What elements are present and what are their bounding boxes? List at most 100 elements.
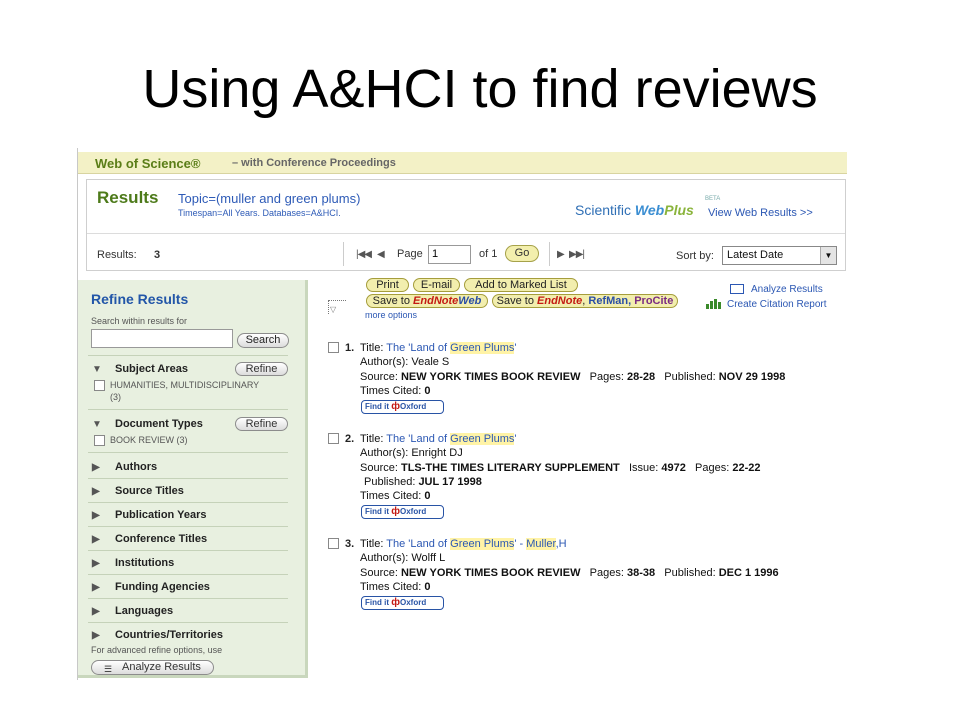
first-page-icon[interactable]: |◀◀	[356, 249, 372, 260]
doctype-facet-label: BOOK REVIEW (3)	[110, 435, 188, 445]
wos-subtitle: – with Conference Proceedings	[232, 157, 396, 169]
refine-section-languages[interactable]: ▶ Languages	[92, 605, 173, 617]
search-button[interactable]: Search	[237, 333, 289, 348]
refine-subject-button[interactable]: Refine	[235, 362, 288, 376]
arrow-down-icon: ▽	[330, 305, 337, 314]
prev-page-icon[interactable]: ◀	[377, 249, 385, 260]
divider	[88, 574, 288, 575]
divider	[88, 622, 288, 623]
analyze-results-icon[interactable]	[730, 284, 744, 294]
wos-banner: Web of Science® – with Conference Procee…	[78, 152, 847, 174]
record-number: 2.	[345, 433, 355, 445]
section-label: Conference Titles	[115, 533, 208, 545]
divider	[88, 598, 288, 599]
save-to-endnote-refman-procite-button[interactable]: Save to EndNote, RefMan, ProCite	[492, 294, 678, 308]
results-count: 3	[154, 249, 161, 261]
refine-section-authors[interactable]: ▶ Authors	[92, 461, 157, 473]
print-button[interactable]: Print	[366, 278, 409, 292]
divider	[88, 355, 288, 356]
divider	[87, 233, 845, 234]
results-count-label: Results:	[97, 249, 137, 261]
subject-facet-label: HUMANITIES, MULTIDISCIPLINARY	[110, 380, 260, 390]
triangle-down-icon: ▼	[92, 364, 102, 375]
record-checkbox[interactable]	[328, 433, 339, 444]
create-citation-report-link[interactable]: Create Citation Report	[727, 299, 827, 310]
webplus-beta: BETA	[705, 196, 721, 202]
record-source-line: Source: TLS-THE TIMES LITERARY SUPPLEMEN…	[360, 462, 761, 474]
record-title-link[interactable]: The 'Land of Green Plums'	[386, 342, 516, 354]
record-number: 3.	[345, 538, 355, 550]
document-types-toggle[interactable]: ▼ Document Types	[92, 418, 203, 430]
find-it-oxford-button[interactable]: Find it фOxford	[361, 400, 444, 414]
record-published: Published: JUL 17 1998	[364, 476, 482, 488]
refine-doctype-button[interactable]: Refine	[235, 417, 288, 431]
webplus-web: Web	[634, 202, 665, 218]
divider	[88, 409, 288, 410]
web-logo: Web	[458, 295, 482, 307]
divider	[88, 478, 288, 479]
page-label: Page	[397, 248, 423, 260]
wos-brand[interactable]: Web of Science®	[95, 156, 200, 171]
endnote-logo: EndNote	[537, 295, 583, 307]
find-it-oxford-button[interactable]: Find it фOxford	[361, 596, 444, 610]
list-icon: ☰	[104, 664, 113, 674]
triangle-right-icon: ▶	[92, 630, 100, 641]
record-number: 1.	[345, 342, 355, 354]
refine-section-funding-agencies[interactable]: ▶ Funding Agencies	[92, 581, 210, 593]
refman-logo: RefMan,	[588, 295, 632, 307]
chevron-down-icon[interactable]: ▼	[820, 247, 836, 264]
find-it-oxford-button[interactable]: Find it фOxford	[361, 505, 444, 519]
title-label: Title:	[360, 433, 384, 445]
endnote-logo: EndNote	[413, 295, 459, 307]
save-to-endnote-web-button[interactable]: Save to EndNoteWeb	[366, 294, 488, 308]
webplus-plus: Plus	[664, 202, 694, 218]
triangle-right-icon: ▶	[92, 534, 100, 545]
go-button[interactable]: Go	[505, 245, 539, 262]
email-button[interactable]: E-mail	[413, 278, 460, 292]
page-number-input[interactable]: 1	[428, 245, 471, 264]
analyze-results-label: Analyze Results	[122, 661, 201, 673]
next-page-icon[interactable]: ▶	[557, 249, 565, 260]
last-page-icon[interactable]: ▶▶|	[569, 249, 585, 260]
section-label: Countries/Territories	[115, 629, 223, 641]
sort-label: Sort by:	[676, 250, 714, 262]
save-to-label: Save to	[496, 295, 534, 307]
oxford-swirl-icon: ф	[391, 597, 400, 608]
sort-select[interactable]: Latest Date ▼	[722, 246, 837, 265]
search-topic: Topic=(muller and green plums)	[178, 191, 361, 206]
refine-section-conference-titles[interactable]: ▶ Conference Titles	[92, 533, 207, 545]
record-checkbox[interactable]	[328, 342, 339, 353]
analyze-results-button[interactable]: ☰ Analyze Results	[91, 660, 214, 675]
record-checkbox[interactable]	[328, 538, 339, 549]
record-title-link[interactable]: The 'Land of Green Plums'	[386, 433, 516, 445]
facet-checkbox[interactable]	[94, 435, 105, 446]
subject-areas-toggle[interactable]: ▼ Subject Areas	[92, 363, 188, 375]
view-web-results-link[interactable]: View Web Results >>	[708, 207, 813, 219]
record-title-line: Title: The 'Land of Green Plums'	[360, 433, 516, 445]
refine-section-publication-years[interactable]: ▶ Publication Years	[92, 509, 207, 521]
bar-chart-icon[interactable]	[706, 299, 722, 309]
refine-section-institutions[interactable]: ▶ Institutions	[92, 557, 174, 569]
divider	[343, 242, 344, 266]
record-title-link[interactable]: The 'Land of Green Plums' - Muller,H	[386, 538, 567, 550]
record-times-cited: Times Cited: 0	[360, 385, 431, 397]
add-to-marked-list-button[interactable]: Add to Marked List	[464, 278, 578, 292]
search-within-input[interactable]	[91, 329, 233, 348]
divider	[88, 452, 288, 453]
procite-logo: ProCite	[634, 295, 674, 307]
divider	[88, 550, 288, 551]
record-times-cited: Times Cited: 0	[360, 490, 431, 502]
more-options-link[interactable]: more options	[365, 310, 417, 320]
scientific-webplus-logo[interactable]: Scientific WebPlus	[575, 202, 694, 218]
analyze-results-link[interactable]: Analyze Results	[751, 284, 823, 295]
refine-section-countries[interactable]: ▶ Countries/Territories	[92, 629, 223, 641]
triangle-right-icon: ▶	[92, 486, 100, 497]
record-source-line: Source: NEW YORK TIMES BOOK REVIEW Pages…	[360, 567, 779, 579]
search-within-label: Search within results for	[91, 316, 188, 326]
divider	[549, 242, 550, 266]
divider	[88, 502, 288, 503]
refine-section-source-titles[interactable]: ▶ Source Titles	[92, 485, 184, 497]
advanced-refine-text: For advanced refine options, use	[91, 645, 223, 655]
facet-checkbox[interactable]	[94, 380, 105, 391]
record-title-line: Title: The 'Land of Green Plums' - Mulle…	[360, 538, 567, 550]
